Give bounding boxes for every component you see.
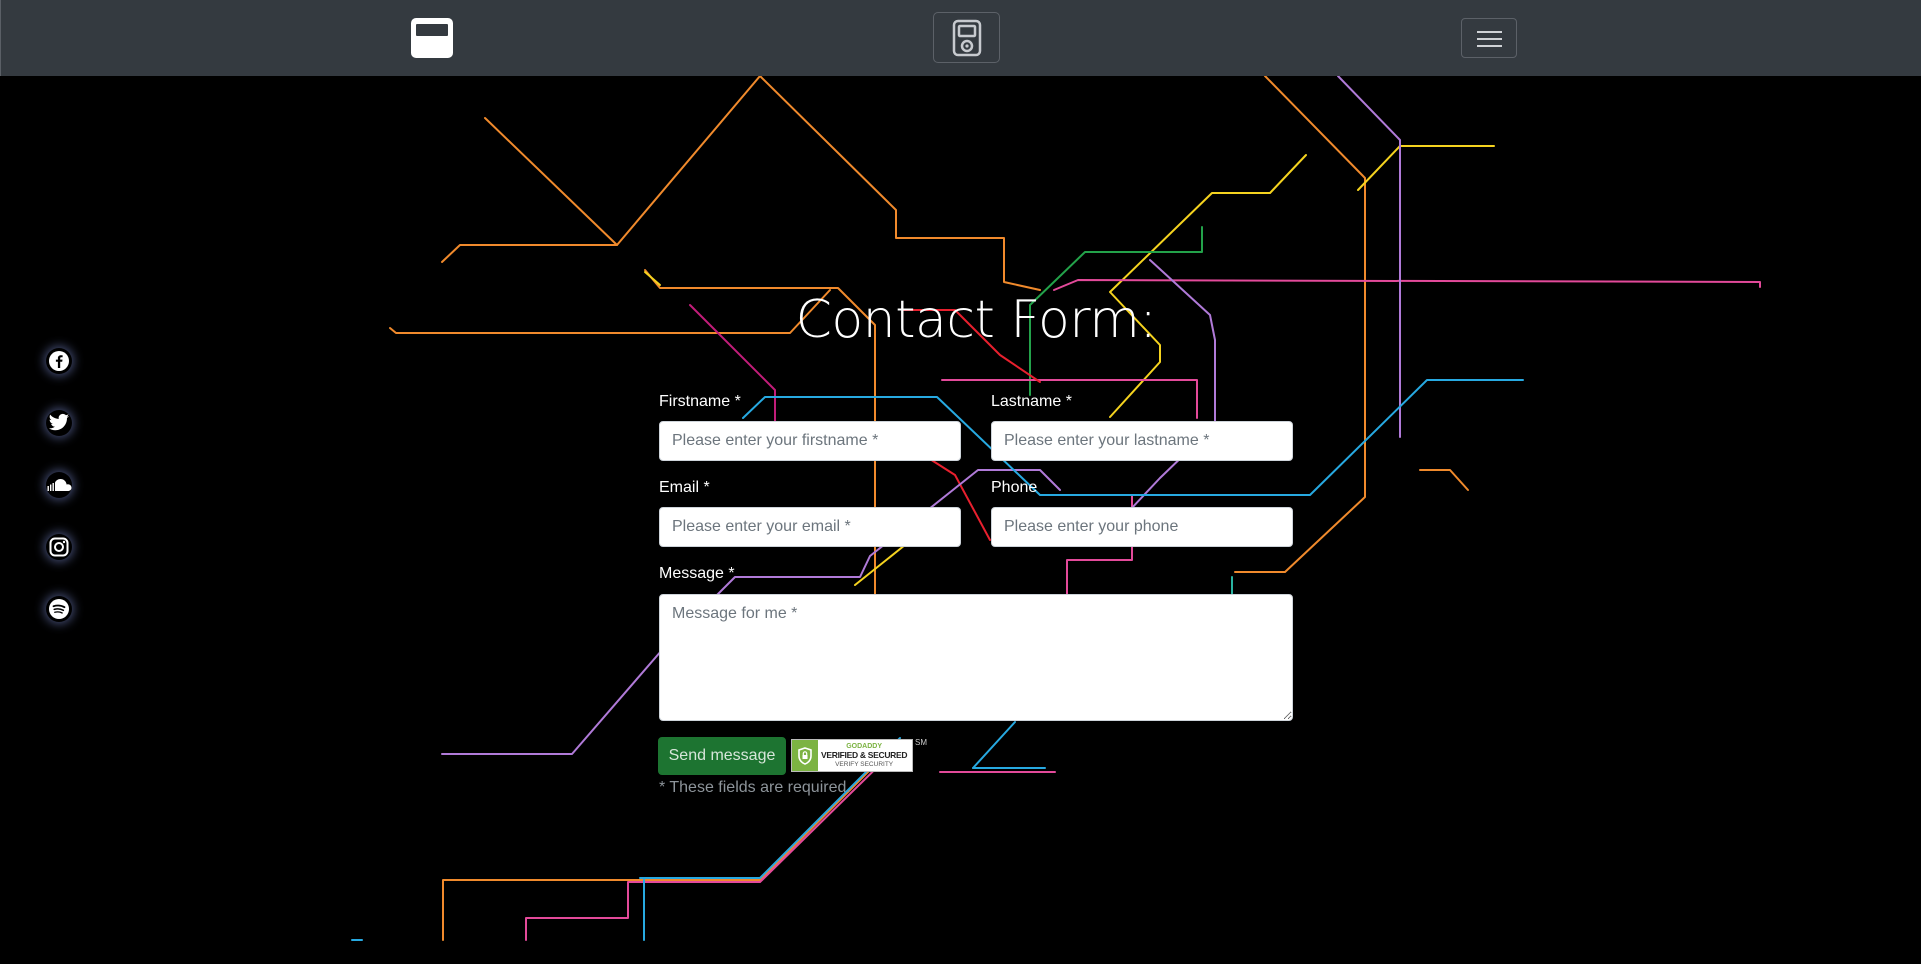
godaddy-security-seal[interactable]: GODADDY VERIFIED & SECURED VERIFY SECURI…	[791, 739, 913, 772]
firstname-label: Firstname *	[659, 393, 741, 410]
lock-shield-icon	[792, 740, 818, 771]
message-field[interactable]	[659, 594, 1293, 721]
phone-field[interactable]	[991, 507, 1293, 547]
firstname-field[interactable]	[659, 421, 961, 461]
soundcloud-icon[interactable]	[46, 472, 72, 498]
ipod-button[interactable]	[933, 12, 1000, 63]
phone-label: Phone	[991, 479, 1038, 496]
instagram-icon[interactable]	[46, 534, 72, 560]
hamburger-menu-button[interactable]	[1461, 18, 1517, 58]
seal-title: VERIFIED & SECURED	[821, 750, 908, 760]
required-fields-note: * These fields are required.	[659, 779, 851, 796]
send-message-button[interactable]: Send message	[658, 737, 786, 775]
email-label: Email *	[659, 479, 710, 496]
message-label: Message *	[659, 565, 735, 582]
twitter-icon[interactable]	[46, 410, 72, 436]
top-navbar	[0, 0, 1921, 76]
lastname-field[interactable]	[991, 421, 1293, 461]
album-cover-icon[interactable]	[411, 18, 453, 58]
hamburger-menu-icon	[1477, 31, 1502, 33]
spotify-icon[interactable]	[46, 596, 72, 622]
seal-verify-link[interactable]: VERIFY SECURITY	[821, 760, 907, 769]
facebook-icon[interactable]	[46, 348, 72, 374]
ipod-icon	[952, 19, 982, 57]
lastname-label: Lastname *	[991, 393, 1072, 410]
email-field[interactable]	[659, 507, 961, 547]
page-title: Contact Form:	[795, 290, 1157, 350]
seal-service-mark: SM	[915, 738, 927, 747]
